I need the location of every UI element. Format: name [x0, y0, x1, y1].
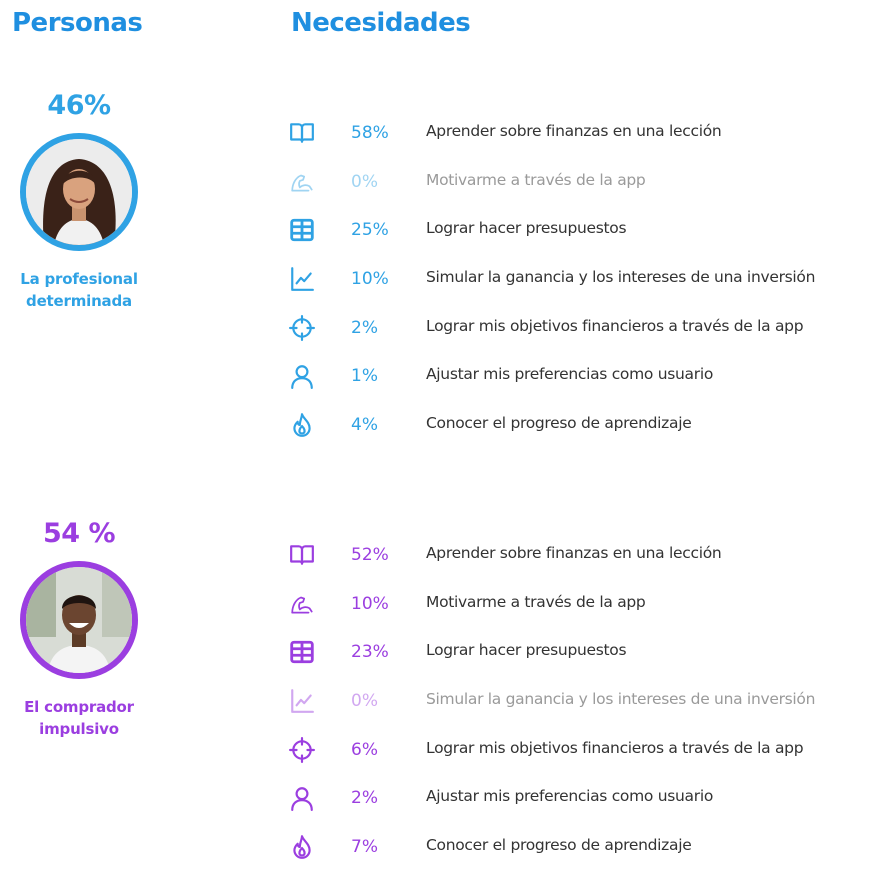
persona-name-line1: La profesional [20, 270, 138, 288]
book-icon [289, 120, 315, 146]
book-icon [289, 542, 315, 568]
need-label: Simular la ganancia y los intereses de u… [426, 690, 816, 709]
needs-list-professional: 58% Aprender sobre finanzas en una lecció… [283, 120, 869, 461]
need-row: 1% Ajustar mis preferencias como usuario [283, 363, 869, 412]
need-label: Conocer el progreso de aprendizaje [426, 414, 692, 433]
need-percent: 1% [351, 366, 378, 387]
need-row: 0% Simular la ganancia y los intereses de… [283, 688, 869, 737]
need-percent: 0% [351, 691, 378, 712]
need-row: 52% Aprender sobre finanzas en una lecció… [283, 542, 869, 591]
crosshair-icon [289, 314, 315, 341]
need-percent: 25% [351, 220, 389, 241]
need-label: Motivarme a través de la app [426, 592, 646, 611]
line-chart-icon [289, 266, 315, 292]
need-label: Lograr hacer presupuestos [426, 219, 627, 238]
portrait-woman-image [26, 139, 132, 245]
persona-card-impulsive-buyer: 54 % El comprador impulsivo [0, 518, 158, 740]
line-chart-icon [289, 688, 315, 714]
need-row: 10% Simular la ganancia y los intereses d… [283, 266, 869, 315]
persona-name-line2: determinada [26, 292, 132, 310]
need-percent: 2% [351, 788, 378, 809]
need-row: 2% Ajustar mis preferencias como usuario [283, 785, 869, 834]
persona-name: La profesional determinada [0, 268, 158, 312]
need-percent: 23% [351, 642, 389, 663]
stacked-cash-icon [289, 217, 315, 243]
need-percent: 10% [351, 269, 389, 290]
need-label: Aprender sobre finanzas en una lección [426, 122, 722, 140]
need-label: Motivarme a través de la app [426, 170, 646, 189]
need-percent: 0% [351, 171, 378, 192]
need-row: 23% Lograr hacer presupuestos [283, 639, 869, 688]
need-percent: 52% [351, 545, 389, 565]
persona-percent: 46% [47, 90, 111, 121]
flame-icon [289, 834, 315, 860]
flame-icon [289, 412, 315, 438]
need-row: 10% Motivarme a través de la app [283, 591, 869, 640]
persona-name-line1: El comprador [24, 698, 134, 716]
need-label: Lograr hacer presupuestos [426, 641, 627, 660]
personas-heading: Personas [12, 8, 143, 38]
need-label: Ajustar mis preferencias como usuario [426, 365, 714, 384]
avatar [20, 561, 138, 679]
stacked-cash-icon [289, 639, 315, 665]
crosshair-icon [289, 736, 315, 763]
need-percent: 10% [351, 593, 389, 614]
flexed-arm-icon [289, 591, 315, 617]
user-icon [289, 363, 315, 390]
need-label: Lograr mis objetivos financieros a travé… [426, 738, 804, 757]
avatar [20, 133, 138, 251]
need-label: Aprender sobre finanzas en una lección [426, 544, 722, 562]
need-label: Simular la ganancia y los intereses de u… [426, 268, 816, 287]
need-label: Ajustar mis preferencias como usuario [426, 787, 714, 806]
needs-heading: Necesidades [291, 8, 471, 38]
need-percent: 4% [351, 415, 378, 436]
need-row: 4% Conocer el progreso de aprendizaje [283, 412, 869, 461]
need-row: 7% Conocer el progreso de aprendizaje [283, 834, 869, 883]
need-percent: 2% [351, 317, 378, 338]
need-label: Lograr mis objetivos financieros a travé… [426, 316, 804, 335]
need-percent: 58% [351, 123, 389, 143]
persona-percent: 54 % [42, 518, 116, 549]
need-row: 58% Aprender sobre finanzas en una lecció… [283, 120, 869, 169]
need-row: 25% Lograr hacer presupuestos [283, 217, 869, 266]
need-label: Conocer el progreso de aprendizaje [426, 836, 692, 855]
flexed-arm-icon [289, 169, 315, 195]
needs-list-impulsive-buyer: 52% Aprender sobre finanzas en una lecció… [283, 542, 869, 883]
need-row: 0% Motivarme a través de la app [283, 169, 869, 218]
persona-name-line2: impulsivo [39, 720, 119, 738]
persona-name: El comprador impulsivo [0, 696, 158, 740]
need-row: 6% Lograr mis objetivos financieros a tra… [283, 736, 869, 786]
user-icon [289, 785, 315, 812]
need-row: 2% Lograr mis objetivos financieros a tra… [283, 314, 869, 364]
need-percent: 7% [351, 837, 378, 858]
persona-card-professional: 46% La profesional determinada [0, 90, 158, 312]
portrait-man-image [26, 567, 132, 673]
need-percent: 6% [351, 739, 378, 760]
